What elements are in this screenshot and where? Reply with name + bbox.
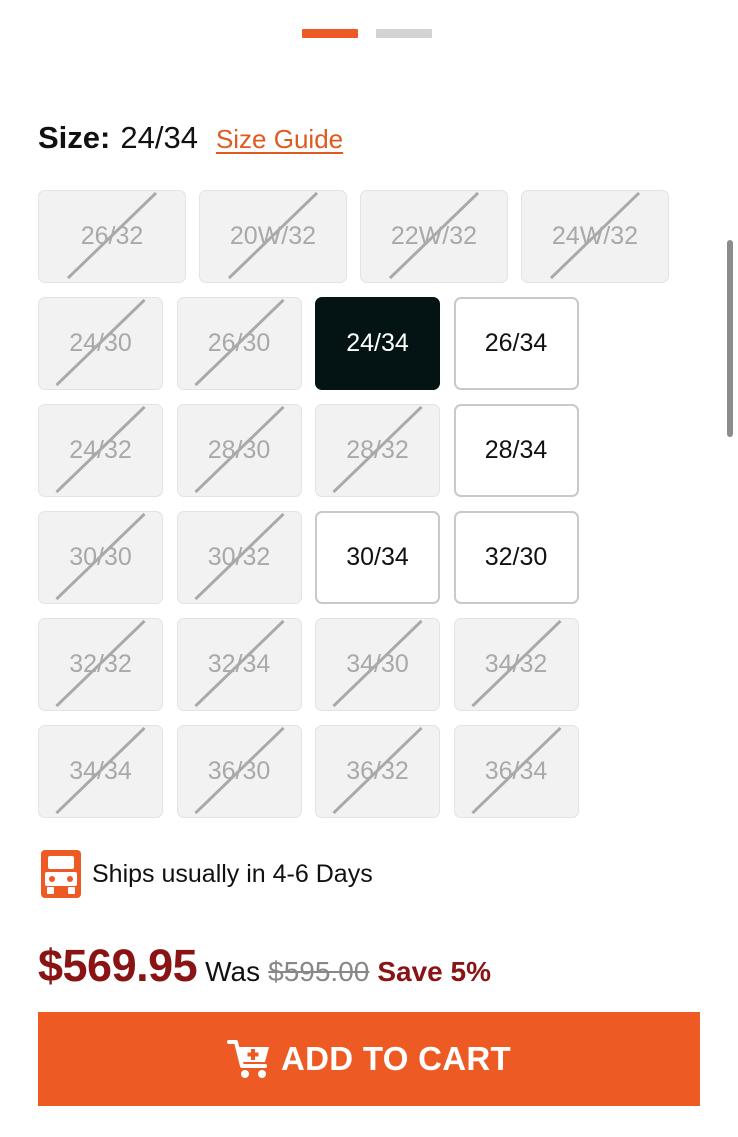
price-row: $569.95 Was $595.00 Save 5% [38, 940, 491, 1000]
size-option-36-30[interactable]: 36/30 [176, 725, 302, 818]
add-to-cart-button[interactable]: ADD TO CART [38, 1012, 700, 1106]
size-option-28-34[interactable]: 28/34 [453, 404, 579, 497]
size-option-label: 34/30 [346, 650, 409, 678]
size-option-label: 32/34 [207, 650, 271, 678]
size-option-label: 30/32 [207, 543, 271, 571]
size-option-34-30[interactable]: 34/30 [315, 618, 440, 711]
size-option-label: 34/32 [484, 650, 548, 678]
size-option-34-32[interactable]: 34/32 [453, 618, 579, 711]
size-option-label: 24/30 [69, 329, 132, 357]
size-option-36-34[interactable]: 36/34 [453, 725, 579, 818]
shipping-text: Ships usually in 4-6 Days [92, 859, 373, 888]
size-option-label: 30/30 [69, 543, 132, 571]
size-option-label: 34/34 [69, 757, 132, 785]
add-to-cart-label: ADD TO CART [280, 1040, 511, 1077]
size-heading: Size: 24/34 Size Guide [38, 120, 343, 160]
size-option-28-30[interactable]: 28/30 [176, 404, 302, 497]
carousel-pagination [0, 29, 738, 38]
size-option-22w-32[interactable]: 22W/32 [360, 190, 508, 283]
savings-label: Save 5% [377, 956, 491, 987]
size-option-label: 28/34 [484, 436, 548, 464]
size-option-26-30[interactable]: 26/30 [176, 297, 302, 390]
size-option-36-32[interactable]: 36/32 [315, 725, 440, 818]
carousel-page-indicator[interactable] [376, 29, 432, 38]
size-option-label: 26/32 [80, 222, 144, 250]
truck-icon [41, 850, 81, 898]
size-option-20w-32[interactable]: 20W/32 [199, 190, 347, 283]
size-option-34-34[interactable]: 34/34 [38, 725, 163, 818]
scrollbar[interactable] [727, 240, 733, 437]
was-label: Was [205, 956, 261, 987]
size-option-24-30[interactable]: 24/30 [38, 297, 163, 390]
size-option-label: 22W/32 [390, 222, 478, 250]
size-option-32-30[interactable]: 32/30 [453, 511, 579, 604]
size-option-28-32[interactable]: 28/32 [315, 404, 440, 497]
size-option-label: 36/30 [207, 757, 271, 785]
size-option-30-30[interactable]: 30/30 [38, 511, 163, 604]
size-guide-link[interactable]: Size Guide [216, 124, 343, 155]
size-label: Size: [38, 120, 111, 155]
size-option-label: 26/34 [484, 329, 548, 357]
size-option-32-34[interactable]: 32/34 [176, 618, 302, 711]
size-option-label: 20W/32 [229, 222, 317, 250]
size-option-label: 32/32 [69, 650, 132, 678]
size-option-label: 30/34 [346, 543, 409, 571]
size-option-32-32[interactable]: 32/32 [38, 618, 163, 711]
size-option-30-32[interactable]: 30/32 [176, 511, 302, 604]
add-to-cart-icon [226, 1040, 269, 1078]
size-option-label: 36/32 [346, 757, 409, 785]
size-option-label: 24/32 [69, 436, 132, 464]
size-option-label: 26/30 [207, 329, 271, 357]
carousel-page-indicator-active[interactable] [302, 29, 358, 38]
current-price: $569.95 [38, 940, 198, 991]
selected-size-value: 24/34 [120, 120, 198, 155]
size-option-label: 36/34 [484, 757, 548, 785]
size-option-label: 24/34 [346, 329, 409, 357]
size-option-label: 24W/32 [551, 222, 639, 250]
size-option-24-34[interactable]: 24/34 [315, 297, 440, 390]
size-option-label: 28/32 [346, 436, 409, 464]
shipping-info: Ships usually in 4-6 Days [41, 849, 373, 899]
original-price: $595.00 [268, 956, 370, 987]
size-option-label: 28/30 [207, 436, 271, 464]
size-option-26-34[interactable]: 26/34 [453, 297, 579, 390]
size-option-26-32[interactable]: 26/32 [38, 190, 186, 283]
size-option-30-34[interactable]: 30/34 [315, 511, 440, 604]
size-option-label: 32/30 [484, 543, 548, 571]
size-option-24w-32[interactable]: 24W/32 [521, 190, 669, 283]
size-option-24-32[interactable]: 24/32 [38, 404, 163, 497]
